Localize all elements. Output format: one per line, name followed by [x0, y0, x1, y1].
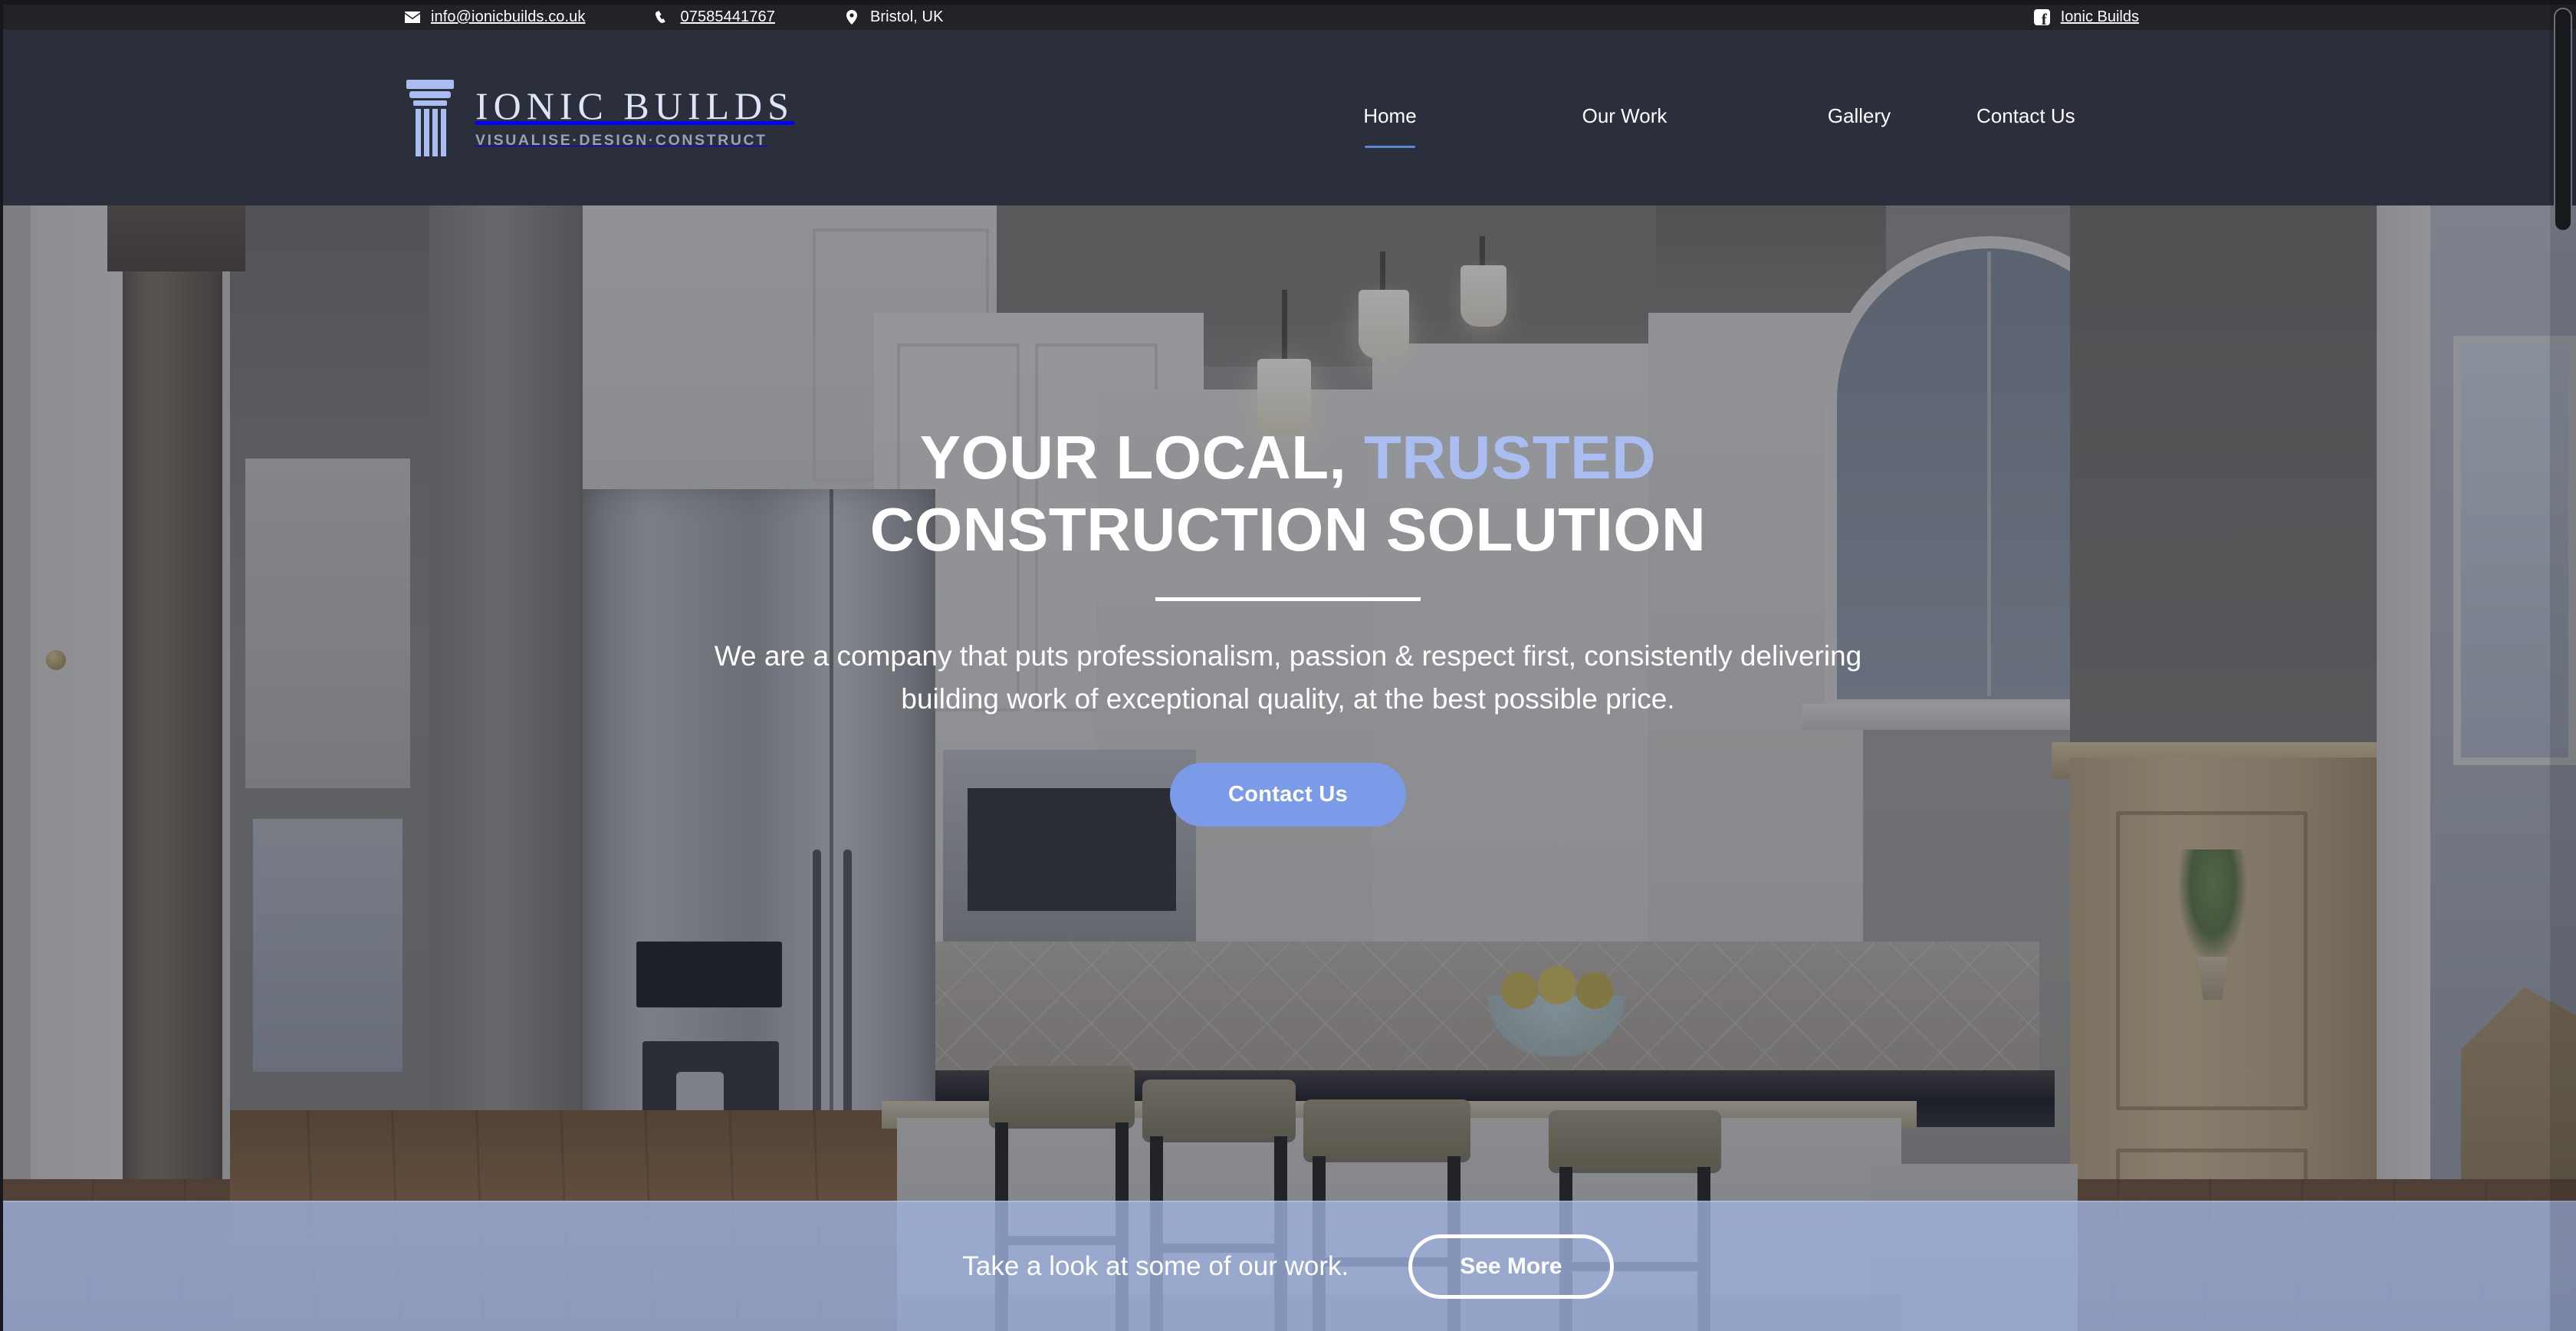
brand-tagline: VISUALISE·DESIGN·CONSTRUCT [475, 131, 767, 149]
social-group: Ionic Builds [2033, 8, 2139, 28]
phone-text: 07585441767 [680, 8, 775, 25]
contact-info-group: info@ionicbuilds.co.uk 07585441767 Brist… [405, 8, 944, 26]
hero-heading-accent: TRUSTED [1364, 423, 1657, 491]
see-more-button[interactable]: See More [1408, 1234, 1614, 1299]
map-pin-icon [844, 10, 859, 25]
nav-item-contact-us[interactable]: Contact Us [1976, 104, 2075, 131]
email-text: info@ionicbuilds.co.uk [431, 8, 586, 25]
banner-text: Take a look at some of our work. [962, 1251, 1349, 1281]
location-item: Bristol, UK [844, 8, 944, 26]
top-utility-bar: info@ionicbuilds.co.uk 07585441767 Brist… [0, 5, 2576, 30]
nav-item-our-work[interactable]: Our Work [1582, 104, 1668, 131]
scrollbar-thumb[interactable] [2554, 8, 2572, 232]
hero-contact-us-button[interactable]: Contact Us [1169, 762, 1407, 827]
hero-heading-line2: CONSTRUCTION SOLUTION [869, 495, 1707, 564]
hero-subheading: We are a company that puts professionali… [714, 640, 1862, 715]
phone-icon [655, 10, 670, 25]
vertical-scrollbar[interactable] [2550, 0, 2576, 1331]
envelope-icon [405, 11, 420, 25]
main-navbar: IONIC BUILDS VISUALISE·DESIGN·CONSTRUCT … [0, 30, 2576, 205]
location-text: Bristol, UK [869, 8, 944, 25]
hero-heading: YOUR LOCAL, TRUSTED CONSTRUCTION SOLUTIO… [870, 422, 1706, 565]
facebook-link[interactable]: Ionic Builds [2033, 8, 2139, 28]
brand-name: IONIC BUILDS [475, 84, 794, 127]
ionic-column-icon [405, 78, 455, 158]
nav-item-home[interactable]: Home [1363, 104, 1417, 148]
window-top-edge [0, 0, 2576, 5]
window-left-edge [0, 0, 3, 1331]
primary-navigation: Home Our Work Gallery Contact Us [1273, 30, 2075, 205]
hero-content: YOUR LOCAL, TRUSTED CONSTRUCTION SOLUTIO… [0, 205, 2576, 1331]
hero-heading-part1: YOUR LOCAL, [919, 423, 1365, 491]
browser-viewport: YOUR LOCAL, TRUSTED CONSTRUCTION SOLUTIO… [0, 0, 2576, 1331]
facebook-label: Ionic Builds [2060, 8, 2139, 25]
see-more-banner: Take a look at some of our work. See Mor… [0, 1201, 2576, 1331]
hero-section: YOUR LOCAL, TRUSTED CONSTRUCTION SOLUTIO… [0, 205, 2576, 1331]
hero-divider [1155, 597, 1421, 602]
email-link[interactable]: info@ionicbuilds.co.uk [405, 8, 586, 26]
nav-item-gallery[interactable]: Gallery [1828, 104, 1891, 131]
phone-link[interactable]: 07585441767 [655, 8, 775, 26]
brand-logo[interactable]: IONIC BUILDS VISUALISE·DESIGN·CONSTRUCT [405, 78, 794, 158]
facebook-icon [2033, 9, 2050, 28]
